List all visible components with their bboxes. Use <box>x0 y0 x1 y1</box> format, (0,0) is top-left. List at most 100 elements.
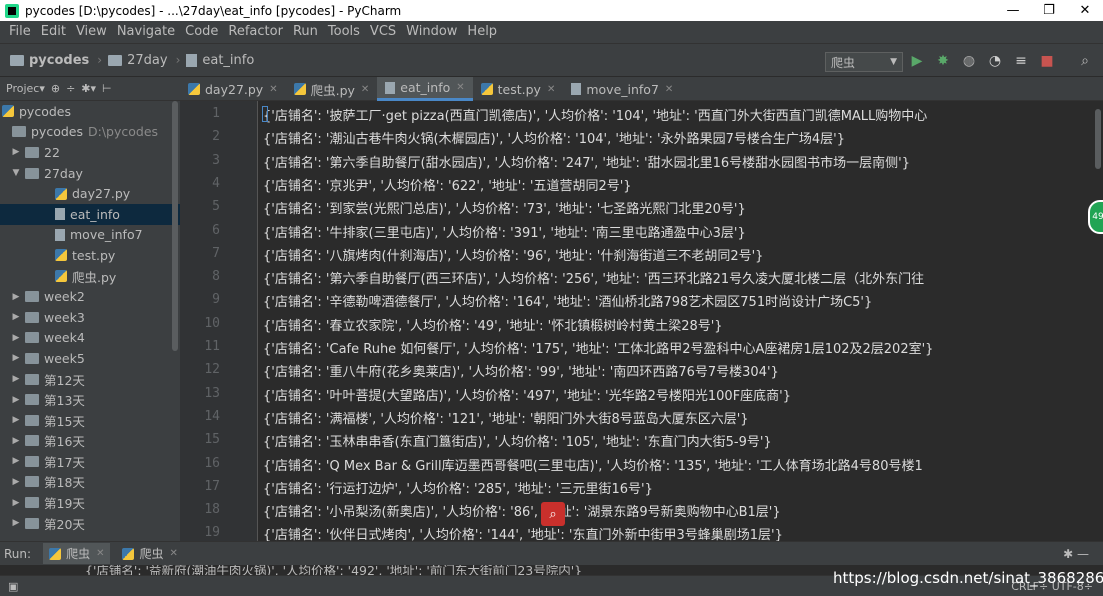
chevron-down-icon[interactable]: ▼ <box>10 168 22 178</box>
chevron-right-icon[interactable]: ▶ <box>10 147 22 157</box>
collapse-icon[interactable]: ÷ <box>66 82 75 95</box>
run-tab-1[interactable]: 爬虫 ✕ <box>43 543 111 564</box>
search-icon[interactable]: ⌕ <box>1077 53 1093 69</box>
run-icon[interactable]: ▶ <box>909 53 925 69</box>
close-icon[interactable]: ✕ <box>96 548 104 559</box>
close-icon[interactable]: ✕ <box>547 84 555 95</box>
menu-view[interactable]: View <box>71 21 112 43</box>
tree-item[interactable]: ▶ week2 <box>0 286 180 307</box>
code-line[interactable]: {'店铺名': '第六季自助餐厅(西三环店)', '人均价格': '256', … <box>263 268 924 287</box>
tree-item[interactable]: ▶ week4 <box>0 328 180 349</box>
chevron-right-icon[interactable]: ▶ <box>10 477 22 487</box>
close-window-button[interactable]: ✕ <box>1067 0 1103 21</box>
menu-code[interactable]: Code <box>180 21 223 43</box>
code-line[interactable]: {'店铺名': '重八牛府(花乡奥莱店)', '人均价格': '99', '地址… <box>263 361 779 380</box>
menu-file[interactable]: File <box>4 21 36 43</box>
tree-item[interactable]: day27.py <box>0 183 180 204</box>
tab-day27[interactable]: day27.py ✕ <box>180 77 286 101</box>
tree-item[interactable]: ▶ 第16天 <box>0 431 180 452</box>
code-line[interactable]: {'店铺名': '牛排家(三里屯店)', '人均价格': '391', '地址'… <box>263 222 746 241</box>
maximize-button[interactable]: ❐ <box>1031 0 1067 21</box>
editor-scrollbar[interactable] <box>1093 101 1103 541</box>
gear-icon[interactable]: ✱ — <box>1063 547 1089 561</box>
code-line[interactable]: {'店铺名': '到家尝(光熙门总店)', '人均价格': '73', '地址'… <box>263 198 746 217</box>
menu-tools[interactable]: Tools <box>323 21 365 43</box>
code-line[interactable]: {'店铺名': 'Q Mex Bar & Grill库迈墨西哥餐吧(三里屯店)'… <box>263 455 923 474</box>
code-line[interactable]: {'店铺名': '小吊梨汤(新奥店)', '人均价格': '86', '地址':… <box>263 501 781 520</box>
tree-item[interactable]: move_info7 <box>0 225 180 246</box>
tree-item[interactable]: ▶ 第13天 <box>0 389 180 410</box>
coverage-icon[interactable]: ◍ <box>961 53 977 69</box>
chevron-right-icon[interactable]: ▶ <box>10 292 22 302</box>
concurrency-icon[interactable]: ≡ <box>1013 53 1029 69</box>
code-line[interactable]: {'店铺名': '行运打边炉', '人均价格': '285', '地址': '三… <box>263 478 653 497</box>
code-line[interactable]: {'店铺名': '满福楼', '人均价格': '121', '地址': '朝阳门… <box>263 408 749 427</box>
chevron-right-icon[interactable]: ▶ <box>10 436 22 446</box>
breadcrumb-eat-info[interactable]: eat_info <box>186 53 254 68</box>
minimize-button[interactable]: — <box>995 0 1031 21</box>
tree-item[interactable]: ▶ 第12天 <box>0 369 180 390</box>
code-line[interactable]: {'店铺名': '玉林串串香(东直门簋街店)', '人均价格': '105', … <box>263 431 772 450</box>
gear-icon[interactable]: ✱▾ <box>81 82 96 95</box>
tab-crawler[interactable]: 爬虫.py ✕ <box>286 77 378 101</box>
close-icon[interactable]: ✕ <box>361 84 369 95</box>
code-line[interactable]: {'店铺名': '春立农家院', '人均价格': '49', '地址': '怀北… <box>263 315 723 334</box>
chevron-right-icon[interactable]: ▶ <box>10 374 22 384</box>
menu-window[interactable]: Window <box>401 21 462 43</box>
tree-item[interactable]: ▶ 第17天 <box>0 451 180 472</box>
menu-run[interactable]: Run <box>288 21 323 43</box>
target-icon[interactable]: ⊕ <box>51 82 60 95</box>
tree-item[interactable]: ▼ 27day <box>0 163 180 184</box>
chevron-right-icon[interactable]: ▶ <box>10 395 22 405</box>
run-configuration-select[interactable]: 爬虫 ▼ <box>825 52 903 72</box>
tab-test[interactable]: test.py ✕ <box>473 77 564 101</box>
code-line[interactable]: {'店铺名': '辛德勒啤酒德餐厅', '人均价格': '164', '地址':… <box>263 291 872 310</box>
tree-item[interactable]: ▶ 22 <box>0 142 180 163</box>
tab-eat-info[interactable]: eat_info ✕ <box>377 77 473 101</box>
tree-item[interactable]: test.py <box>0 245 180 266</box>
tree-project-row[interactable]: pycodes D:\pycodes <box>0 122 180 143</box>
tree-item[interactable]: ▶ week3 <box>0 307 180 328</box>
close-icon[interactable]: ✕ <box>269 84 277 95</box>
tree-item[interactable]: ▶ 第19天 <box>0 492 180 513</box>
menu-vcs[interactable]: VCS <box>365 21 401 43</box>
close-icon[interactable]: ✕ <box>169 548 177 559</box>
menu-edit[interactable]: Edit <box>36 21 71 43</box>
scroll-thumb[interactable] <box>1095 109 1101 169</box>
code-line[interactable]: {'店铺名': '潮汕古巷牛肉火锅(木樨园店)', '人均价格': '104',… <box>263 128 845 147</box>
code-line[interactable]: {'店铺名': '第六季自助餐厅(甜水园店)', '人均价格': '247', … <box>263 152 910 171</box>
chevron-right-icon[interactable]: ▶ <box>10 353 22 363</box>
close-icon[interactable]: ✕ <box>665 84 673 95</box>
code-line[interactable]: {'店铺名': '八旗烤肉(什刹海店)', '人均价格': '96', '地址'… <box>263 245 763 264</box>
tree-root[interactable]: pycodes <box>0 101 180 122</box>
tree-item[interactable]: eat_info <box>0 203 180 225</box>
tree-scrollbar[interactable] <box>172 101 178 351</box>
tree-item[interactable]: ▶ 第20天 <box>0 513 180 534</box>
chevron-right-icon[interactable]: ▶ <box>10 456 22 466</box>
debug-icon[interactable]: ✸ <box>935 53 951 69</box>
profile-icon[interactable]: ◔ <box>987 53 1003 69</box>
close-icon[interactable]: ✕ <box>456 82 464 93</box>
breadcrumb-pycodes[interactable]: pycodes <box>10 53 89 68</box>
menu-refactor[interactable]: Refactor <box>223 21 288 43</box>
chevron-right-icon[interactable]: ▶ <box>10 518 22 528</box>
project-view-select[interactable]: Projec▾ <box>6 82 45 95</box>
chevron-right-icon[interactable]: ▶ <box>10 415 22 425</box>
floating-badge[interactable]: 49 <box>1088 200 1103 234</box>
tool-window-toggle-icon[interactable]: ▣ <box>8 580 18 593</box>
tree-item[interactable]: ▶ week5 <box>0 348 180 369</box>
code-line[interactable]: {'店铺名': 'Cafe Ruhe 如何餐厅', '人均价格': '175',… <box>263 338 933 357</box>
menu-help[interactable]: Help <box>462 21 502 43</box>
run-tab-2[interactable]: 爬虫 ✕ <box>122 545 178 562</box>
tree-item[interactable]: 爬虫.py <box>0 266 180 287</box>
menu-navigate[interactable]: Navigate <box>112 21 180 43</box>
breadcrumb-27day[interactable]: 27day <box>108 53 168 68</box>
stop-icon[interactable]: ■ <box>1039 53 1055 69</box>
tree-item[interactable]: ▶ 第18天 <box>0 472 180 493</box>
code-line[interactable]: {'店铺名': '京兆尹', '人均价格': '622', '地址': '五道营… <box>263 175 632 194</box>
chevron-right-icon[interactable]: ▶ <box>10 498 22 508</box>
hide-icon[interactable]: ⊢ <box>102 82 112 95</box>
code-line[interactable]: {'店铺名': '披萨工厂·get pizza(西直门凯德店)', '人均价格'… <box>263 105 927 124</box>
chevron-right-icon[interactable]: ▶ <box>10 312 22 322</box>
tree-item[interactable]: ▶ 第15天 <box>0 410 180 431</box>
